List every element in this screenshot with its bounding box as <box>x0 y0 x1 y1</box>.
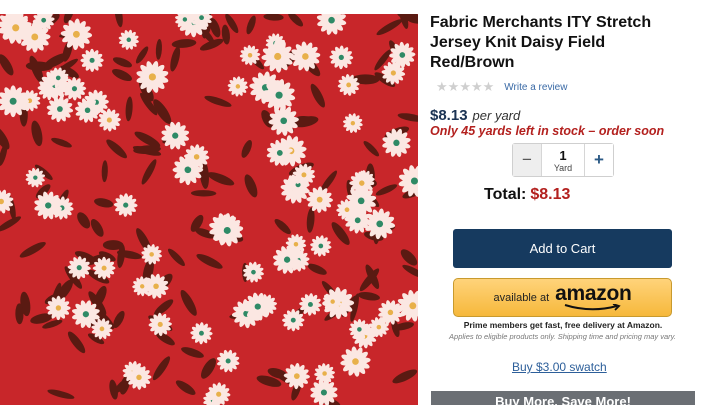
daisy-fabric-pattern <box>0 14 418 405</box>
buy-swatch-link[interactable]: Buy $3.00 swatch <box>512 360 607 374</box>
quantity-unit: Yard <box>553 162 573 173</box>
star-rating: ★ ★ ★ ★ ★ <box>436 80 494 94</box>
amazon-wordmark: amazon <box>555 281 632 305</box>
prime-headline: Prime members get fast, free delivery at… <box>463 320 663 330</box>
stock-message: Only 45 yards left in stock – order soon <box>430 124 665 138</box>
product-image[interactable] <box>0 14 418 405</box>
quantity-stepper: − Yard + <box>512 143 614 177</box>
price-unit: per yard <box>472 108 521 123</box>
amazon-smile-icon <box>565 303 621 311</box>
order-total: Total: $8.13 <box>484 186 570 204</box>
rating-row: ★ ★ ★ ★ ★ Write a review <box>436 80 567 94</box>
amazon-logo: amazon <box>555 281 632 312</box>
product-title-line-2: Jersey Knit Daisy Field <box>430 34 606 51</box>
total-label: Total: <box>484 186 527 203</box>
star-icon: ★ <box>470 79 483 94</box>
star-icon: ★ <box>447 79 460 94</box>
product-price: $8.13 <box>430 107 468 124</box>
quantity-increase-button[interactable]: + <box>584 144 613 176</box>
product-title-line-3: Red/Brown <box>430 54 515 71</box>
quantity-input[interactable] <box>548 147 578 163</box>
quantity-decrease-button[interactable]: − <box>513 144 542 176</box>
star-icon: ★ <box>482 79 495 94</box>
amazon-available-label: available at <box>493 292 550 304</box>
star-icon: ★ <box>459 79 471 94</box>
total-amount: $8.13 <box>530 186 571 203</box>
buy-more-banner[interactable]: Buy More, Save More! <box>431 391 695 405</box>
add-to-cart-button[interactable]: Add to Cart <box>453 229 672 268</box>
star-icon: ★ <box>436 79 448 94</box>
price-row: $8.13 per yard <box>430 107 520 124</box>
amazon-button[interactable]: available at amazon <box>453 278 672 317</box>
prime-note: Applies to eligible products only. Shipp… <box>449 332 676 341</box>
write-review-link[interactable]: Write a review <box>504 82 567 93</box>
product-title-line-1: Fabric Merchants ITY Stretch <box>430 14 652 31</box>
quantity-display: Yard <box>542 144 584 176</box>
product-title: Fabric Merchants ITY Stretch Jersey Knit… <box>430 13 700 73</box>
